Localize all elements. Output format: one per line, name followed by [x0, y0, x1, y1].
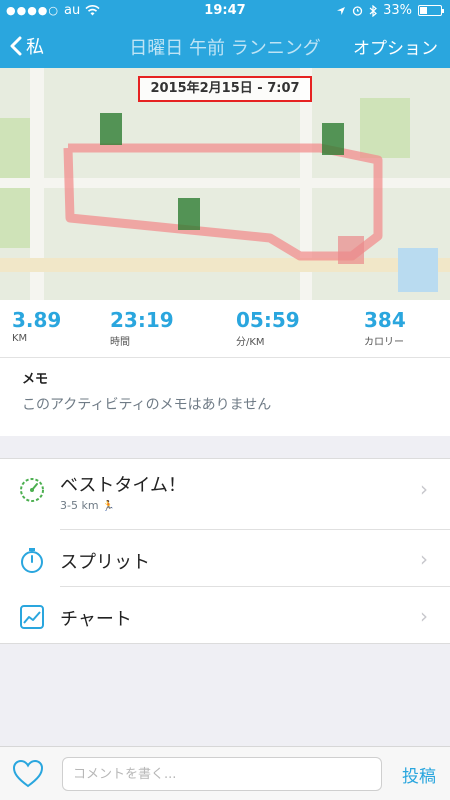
km-marker: [178, 198, 200, 230]
chart-label: チャート: [60, 609, 132, 630]
stat-calories: 384 カロリー: [364, 308, 406, 348]
best-time-sub: 3-5 km 🏃: [60, 499, 115, 512]
list-item-best-time[interactable]: ベストタイム！ 3-5 km 🏃 ›: [0, 459, 450, 521]
status-right: 33%: [336, 3, 444, 18]
route-map[interactable]: 2015年2月15日 - 7:07: [0, 68, 450, 300]
chevron-right-icon: ›: [420, 547, 428, 571]
nav-bar: 私 日曜日 午前 ランニング オプション: [0, 22, 450, 68]
km-marker: [100, 113, 122, 145]
stats-bar: 3.89 KM 23:19 時間 05:59 分/KM 384 カロリー: [0, 300, 450, 358]
post-button[interactable]: 投稿: [402, 762, 436, 787]
stopwatch-icon: [21, 548, 43, 573]
best-time-range: 3-5 km: [60, 499, 99, 512]
chevron-right-icon: ›: [420, 477, 428, 501]
stat-value: 3.89: [12, 308, 62, 332]
status-bar: ●●●●○ au 19:47 33%: [0, 0, 450, 22]
chevron-right-icon: ›: [420, 604, 428, 628]
list-item-splits[interactable]: スプリット ›: [0, 530, 450, 592]
speedometer-icon: [20, 478, 44, 502]
memo-heading: メモ: [22, 372, 49, 387]
back-label: 私: [26, 37, 44, 58]
alarm-icon: [352, 6, 363, 16]
list-item-chart[interactable]: チャート ›: [0, 587, 450, 649]
stat-value: 05:59: [236, 308, 300, 332]
battery-fill: [420, 7, 427, 14]
comment-input[interactable]: [62, 757, 382, 791]
stat-pace: 05:59 分/KM: [236, 308, 300, 348]
stat-distance: 3.89 KM: [12, 308, 61, 344]
stat-label: KM: [12, 333, 28, 344]
chevron-left-icon: [10, 36, 22, 56]
heart-icon[interactable]: [12, 759, 44, 789]
km-marker: [322, 123, 344, 155]
route-line: [63, 143, 383, 261]
location-arrow-icon: [337, 6, 346, 15]
runner-icon: 🏃: [102, 501, 115, 512]
bluetooth-icon: [369, 4, 378, 17]
chart-icon: [20, 605, 44, 629]
stat-duration: 23:19 時間: [110, 308, 174, 348]
memo-section[interactable]: メモ このアクティビティのメモはありません: [0, 358, 450, 436]
best-time-label: ベストタイム！: [60, 475, 186, 496]
stat-label: カロリー: [364, 337, 404, 348]
detail-list: ベストタイム！ 3-5 km 🏃 › スプリット › チャート ›: [0, 458, 450, 644]
stat-value: 384: [364, 308, 406, 332]
options-button[interactable]: オプション: [353, 34, 438, 59]
stat-label: 分/KM: [236, 337, 265, 348]
route-end-marker: [338, 236, 364, 264]
back-button[interactable]: 私: [10, 33, 44, 59]
stat-value: 23:19: [110, 308, 174, 332]
activity-date: 2015年2月15日 - 7:07: [138, 76, 312, 102]
splits-label: スプリット: [60, 552, 150, 573]
memo-text: このアクティビティのメモはありません: [22, 397, 272, 413]
route-layer: [63, 113, 383, 264]
stat-label: 時間: [110, 337, 130, 348]
comment-bar: 投稿: [0, 746, 450, 800]
battery-percent: 33%: [383, 3, 412, 18]
battery-icon: [418, 5, 444, 16]
